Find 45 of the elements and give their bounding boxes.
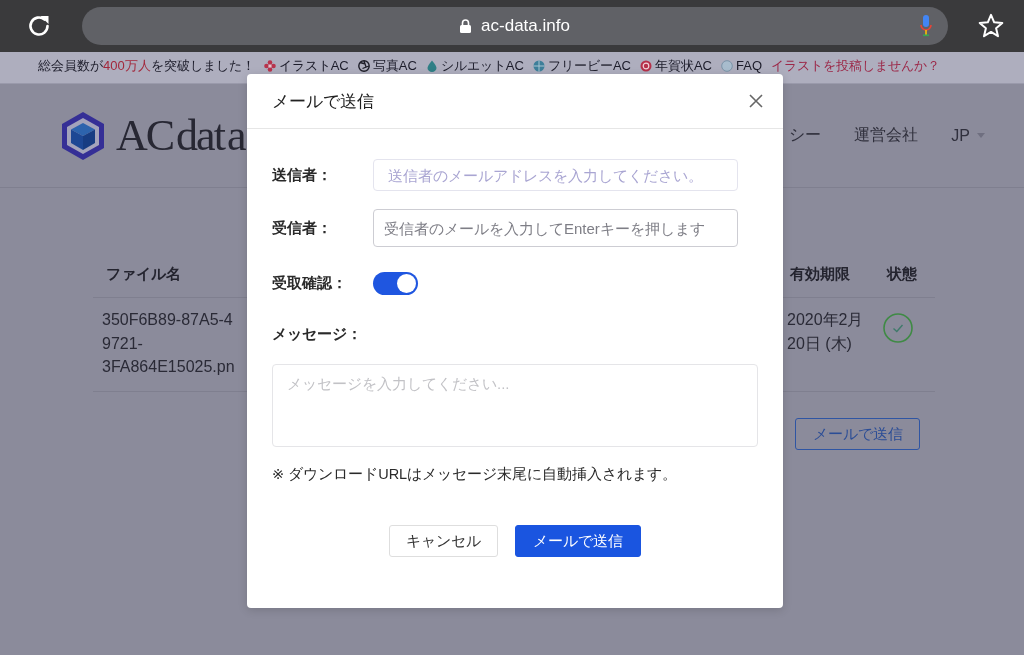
site-link[interactable]: シルエットAC [425, 58, 524, 73]
toggle-switch[interactable] [373, 272, 418, 295]
table-cell-text: 2020年2月 20日 (木) [787, 310, 864, 354]
globe-icon [532, 59, 545, 72]
logo-text: AC dat a [116, 111, 245, 160]
close-icon [749, 94, 763, 108]
site-link[interactable]: フリービーAC [532, 58, 631, 73]
announcement-text: 総会員数が400万人を突破しました！ [38, 58, 255, 73]
site-link[interactable]: 写真AC [357, 58, 417, 73]
aperture-icon [357, 59, 370, 72]
sender-email-field[interactable]: 送信者のメールアドレスを入力してください。 [373, 159, 738, 191]
send-button[interactable]: メールで送信 [515, 525, 641, 557]
column-header: 状態 [887, 265, 917, 282]
microphone-icon[interactable] [920, 15, 932, 37]
column-header: ファイル名 [106, 265, 181, 282]
language-dropdown[interactable]: JP [951, 126, 985, 145]
site-link[interactable]: 年賀状AC [639, 58, 712, 73]
field-label: 受信者： [272, 218, 333, 238]
close-button[interactable] [749, 94, 763, 108]
cube-logo-icon [62, 111, 104, 160]
table-cell-text: 350F6B89-87A5-4 9721- 3FA864E15025.pn [102, 310, 235, 377]
site-link[interactable]: イラストAC [263, 58, 349, 73]
circle-icon [721, 59, 733, 72]
field-label: 送信者： [272, 165, 333, 185]
recipient-email-field[interactable]: 受信者のメールを入力してEnterキーを押します [373, 209, 738, 247]
nav-link[interactable]: 運営会社 [854, 125, 919, 146]
caret-icon [977, 133, 985, 138]
cancel-button[interactable]: キャンセル [389, 525, 498, 557]
note-text: ※ ダウンロードURLはメッセージ末尾に自動挿入されます。 [272, 465, 678, 483]
modal-title: メールで送信 [272, 90, 374, 113]
message-field[interactable]: メッセージを入力してください... [272, 364, 758, 447]
drop-icon [425, 59, 438, 72]
nav-link[interactable]: シー [789, 125, 822, 146]
url-text: ac-data.info [481, 16, 570, 36]
column-header: 有効期限 [790, 265, 850, 282]
field-label: 受取確認： [272, 274, 348, 293]
target-icon [639, 59, 652, 72]
lock-icon [460, 19, 472, 33]
field-label: メッセージ： [272, 325, 363, 344]
star-icon[interactable] [978, 13, 1004, 39]
site-link[interactable]: FAQ [721, 58, 763, 73]
address-bar[interactable]: ac-data.info [82, 7, 948, 45]
cta-link[interactable]: イラストを投稿しませんか？ [771, 58, 941, 73]
reload-icon[interactable] [26, 13, 52, 39]
flower-icon [263, 59, 276, 72]
